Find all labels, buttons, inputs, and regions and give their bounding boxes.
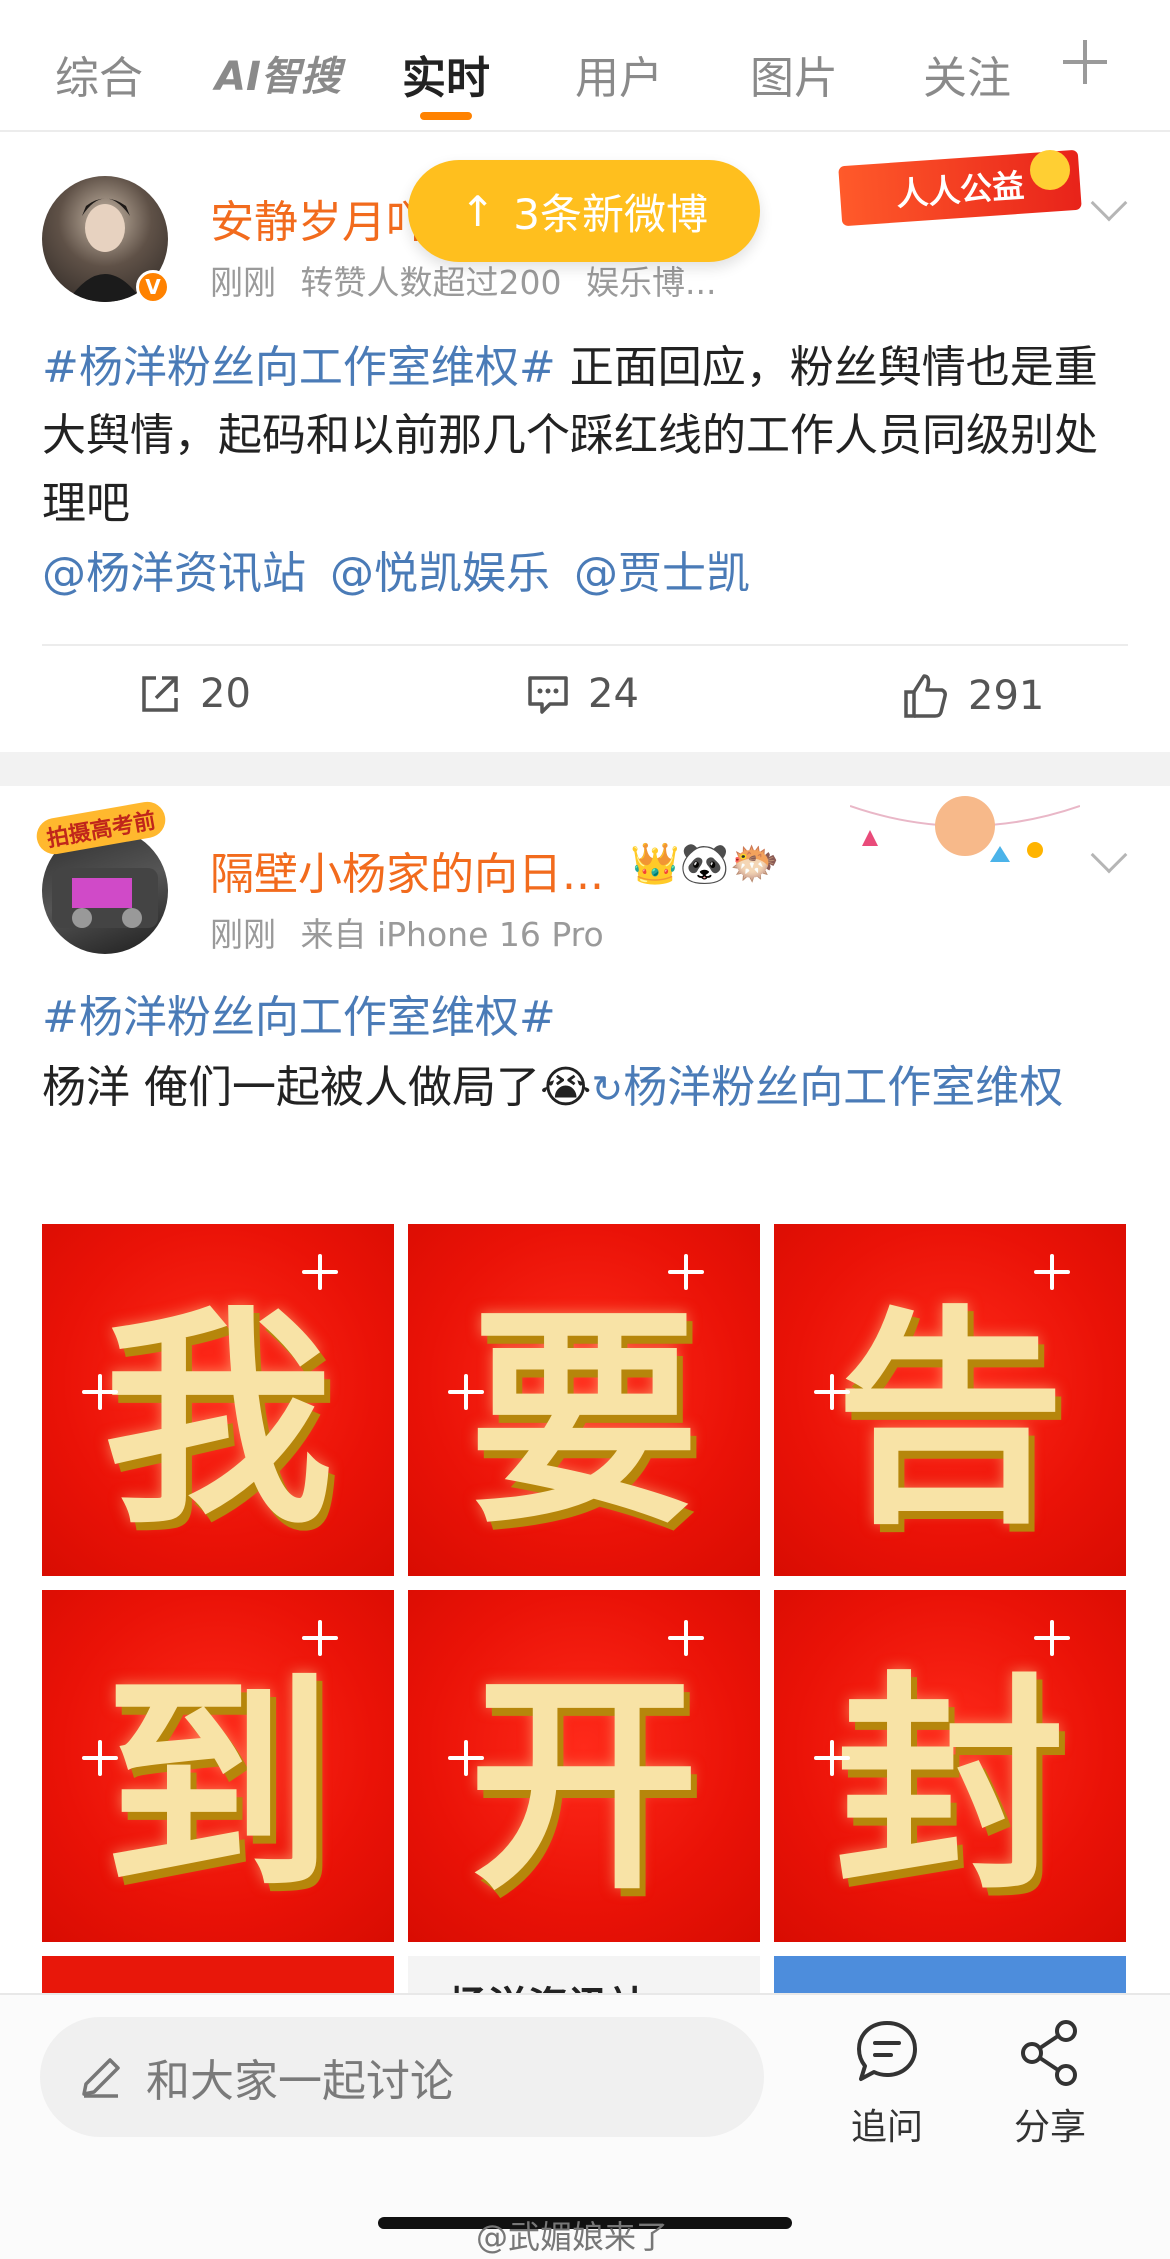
comment-count: 24 [588, 671, 639, 717]
sparkle-icon [668, 1254, 704, 1290]
sun-sticker-icon [1030, 150, 1070, 190]
repost-button[interactable]: 20 [136, 670, 251, 718]
topic-link[interactable]: #杨洋粉丝向工作室维权# [42, 342, 556, 393]
active-tab-indicator [420, 112, 472, 120]
arrow-up-icon: ↑ [460, 186, 496, 236]
sparkle-icon [668, 1620, 704, 1656]
tab-comprehensive[interactable]: 综合 [55, 42, 143, 106]
comment-input[interactable]: 和大家一起讨论 [40, 2017, 764, 2137]
grid-image-7[interactable] [42, 1956, 394, 1996]
topic-link[interactable]: #杨洋粉丝向工作室维权# [42, 992, 556, 1043]
share-label: 分享 [1013, 2107, 1086, 2148]
post-username[interactable]: 隔壁小杨家的向日... [210, 838, 604, 902]
comment-button[interactable]: 24 [524, 670, 639, 718]
grid-image-4[interactable]: 到 [42, 1590, 394, 1942]
fox-garland-icon [849, 796, 1081, 862]
new-posts-button[interactable]: ↑ 3条新微博 [408, 160, 760, 262]
grid-char: 要 [468, 1284, 699, 1555]
repost-count: 20 [200, 671, 251, 717]
post-text: 杨洋 俺们一起被人做局了😭↻杨洋粉丝向工作室维权 [42, 1054, 1132, 1123]
mention-link[interactable]: @贾士凯 [574, 548, 750, 599]
post-username[interactable]: 安静岁月吖 [210, 186, 430, 250]
sparkle-icon [448, 1374, 484, 1410]
grid-image-2[interactable]: 要 [408, 1224, 760, 1576]
tab-images[interactable]: 图片 [750, 42, 838, 106]
tab-realtime[interactable]: 实时 [402, 42, 490, 106]
sparkle-icon [448, 1740, 484, 1776]
sparkle-icon [814, 1374, 850, 1410]
sparkle-icon [1034, 1620, 1070, 1656]
post-time: 刚刚 [210, 915, 276, 954]
chevron-down-icon[interactable] [1090, 836, 1128, 874]
sparkle-icon [302, 1254, 338, 1290]
mention-link[interactable]: @杨洋资讯站 [42, 548, 306, 599]
panda-icon: 🐼 [679, 841, 730, 887]
super-topic-link[interactable]: ↻杨洋粉丝向工作室维权 [591, 1062, 1063, 1113]
grid-char: 封 [834, 1650, 1065, 1921]
like-button[interactable]: 291 [900, 670, 1044, 722]
post-time: 刚刚 [210, 263, 276, 302]
post-source: 娱乐博... [586, 263, 717, 302]
pufferfish-icon: 🐡 [729, 841, 780, 887]
sparkle-icon [814, 1740, 850, 1776]
feed-separator [0, 752, 1170, 786]
user-badges: 👑🐼🐡 [630, 840, 779, 887]
watermark: @武媚娘来了 [476, 2218, 669, 2256]
share-icon [1021, 2020, 1077, 2086]
pencil-icon [82, 2058, 120, 2098]
chevron-down-icon[interactable] [1090, 184, 1128, 222]
post-stat: 转赞人数超过200 [300, 263, 562, 302]
post-meta: 刚刚 来自 iPhone 16 Pro [210, 908, 604, 956]
repost-icon [142, 676, 178, 712]
grid-image-6[interactable]: 封 [774, 1590, 1126, 1942]
tab-users[interactable]: 用户 [575, 42, 663, 106]
post-text: #杨洋粉丝向工作室维权# 正面回应，粉丝舆情也是重大舆情，起码和以前那几个踩红线… [42, 334, 1132, 538]
ask-button[interactable]: 追问 [827, 2017, 947, 2150]
sparkle-icon [82, 1740, 118, 1776]
post-meta: 刚刚 转赞人数超过200 娱乐博... [210, 256, 716, 304]
grid-image-5[interactable]: 开 [408, 1590, 760, 1942]
grid-image-3[interactable]: 告 [774, 1224, 1126, 1576]
post-source: 来自 iPhone 16 Pro [300, 915, 604, 954]
divider [42, 644, 1128, 646]
comment-icon [528, 676, 568, 714]
mentions: @杨洋资讯站 @悦凯娱乐 @贾士凯 [42, 540, 1132, 608]
refresh-topic-icon: ↻ [591, 1067, 624, 1111]
sparkle-icon [82, 1374, 118, 1410]
post-topic-line: #杨洋粉丝向工作室维权# [42, 984, 1132, 1052]
verified-badge-icon: V [136, 270, 170, 304]
share-button[interactable]: 分享 [990, 2017, 1110, 2150]
crying-emoji-icon: 😭 [540, 1062, 592, 1113]
grid-image-1[interactable]: 我 [42, 1224, 394, 1576]
grid-char: 告 [834, 1284, 1065, 1555]
grid-image-9[interactable] [774, 1956, 1126, 1996]
grid-char: 我 [102, 1284, 333, 1555]
tab-bar: 综合 AI智搜 实时 用户 图片 关注 [0, 0, 1170, 132]
decoration-sticker [849, 786, 1081, 886]
tab-ai-search[interactable]: AI智搜 [215, 44, 341, 102]
grid-char: 开 [468, 1650, 699, 1921]
grid-char: 到 [102, 1650, 333, 1921]
tab-following[interactable]: 关注 [923, 42, 1011, 106]
ask-bubble-icon [857, 2021, 917, 2081]
comment-placeholder: 和大家一起讨论 [146, 2056, 454, 2107]
crown-icon: 👑 [630, 841, 680, 887]
mention-link[interactable]: @悦凯娱乐 [330, 548, 550, 599]
add-tab-icon[interactable] [1063, 40, 1107, 84]
new-posts-label: 3条新微博 [513, 189, 708, 239]
thumbs-up-icon [904, 674, 947, 718]
grid-image-8[interactable]: 杨洋资讯站 [408, 1956, 760, 1996]
sparkle-icon [302, 1620, 338, 1656]
ask-label: 追问 [850, 2107, 923, 2148]
like-count: 291 [968, 673, 1045, 719]
sparkle-icon [1034, 1254, 1070, 1290]
post-content: 杨洋 俺们一起被人做局了 [42, 1062, 540, 1113]
